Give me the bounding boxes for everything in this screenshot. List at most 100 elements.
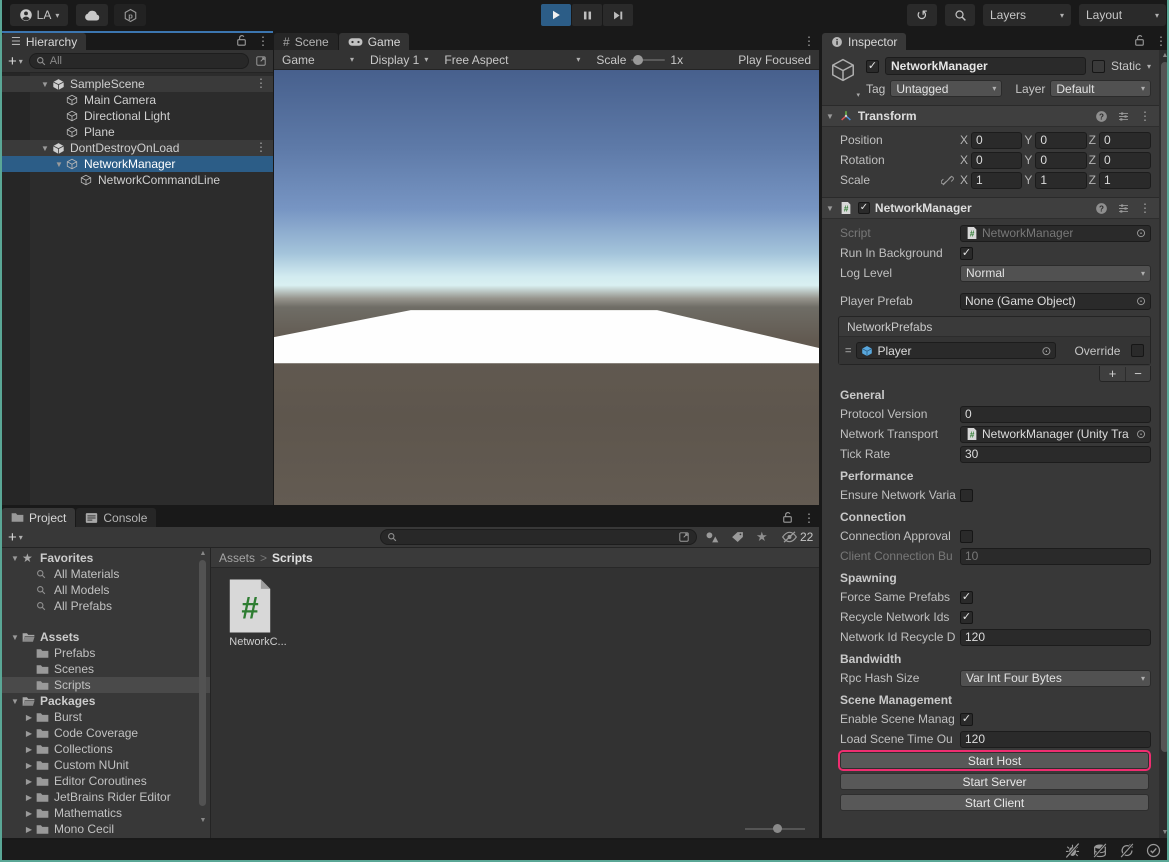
position-z-field[interactable]: 0: [1099, 132, 1151, 149]
scale-z-field[interactable]: 1: [1099, 172, 1151, 189]
protocol-version-field[interactable]: 0: [960, 406, 1151, 423]
kebab-menu-icon[interactable]: ⋮: [803, 512, 815, 524]
display-number-dropdown[interactable]: Display 1▾: [362, 50, 436, 69]
create-object-button[interactable]: +▾: [2, 53, 27, 70]
lock-open-icon[interactable]: [236, 34, 247, 47]
auto-refresh-disabled-icon[interactable]: [1119, 843, 1135, 858]
project-search-input[interactable]: [380, 529, 697, 545]
open-new-window-icon[interactable]: [678, 531, 690, 543]
account-menu[interactable]: LA ▾: [10, 4, 68, 26]
scroll-down-icon[interactable]: ▼: [197, 817, 209, 824]
force-same-prefabs-checkbox[interactable]: ✓: [960, 591, 973, 604]
breadcrumb-root[interactable]: Assets: [219, 551, 255, 565]
lock-open-icon[interactable]: [1134, 34, 1145, 47]
hierarchy-search-input[interactable]: All: [29, 53, 249, 69]
script-object-field[interactable]: #NetworkManager⊙: [960, 225, 1151, 242]
layer-dropdown[interactable]: Default▾: [1050, 80, 1151, 97]
hierarchy-item-samplescene[interactable]: ▼SampleScene⋮: [2, 76, 273, 92]
aspect-ratio-dropdown[interactable]: Free Aspect▾: [436, 50, 588, 69]
project-tree-item-packages[interactable]: ▼Packages: [2, 693, 210, 709]
rotation-z-field[interactable]: 0: [1099, 152, 1151, 169]
display-target-dropdown[interactable]: Game▾: [274, 50, 362, 69]
game-viewport[interactable]: [274, 70, 819, 505]
play-focused-dropdown[interactable]: Play Focused: [730, 50, 819, 69]
scale-slider-thumb[interactable]: [633, 55, 643, 65]
global-search-button[interactable]: [945, 4, 975, 26]
object-picker-icon[interactable]: ⊙: [1136, 226, 1146, 240]
ensure-network-varia-checkbox[interactable]: [960, 489, 973, 502]
foldout-arrow-icon[interactable]: ▶: [26, 809, 32, 818]
project-tree-item-collections[interactable]: ▶Collections: [2, 741, 210, 757]
play-button[interactable]: [541, 4, 571, 26]
project-tree-item-prefabs[interactable]: Prefabs: [2, 645, 210, 661]
foldout-arrow-icon[interactable]: ▶: [26, 761, 32, 770]
foldout-arrow-icon[interactable]: ▶: [26, 825, 32, 834]
project-tree-item-all-models[interactable]: All Models: [2, 582, 210, 598]
object-picker-icon[interactable]: ⊙: [1041, 344, 1051, 358]
tab-scene[interactable]: # Scene: [274, 33, 338, 50]
step-button[interactable]: [603, 4, 633, 26]
scroll-down-icon[interactable]: ▼: [1159, 829, 1169, 836]
undo-history-button[interactable]: ↺: [907, 4, 937, 26]
player-prefab-object-field[interactable]: None (Game Object)⊙: [960, 293, 1151, 310]
kebab-menu-icon[interactable]: ⋮: [255, 141, 267, 153]
kebab-menu-icon[interactable]: ⋮: [255, 77, 267, 89]
project-tree-item-all-materials[interactable]: All Materials: [2, 566, 210, 582]
presets-icon[interactable]: [1117, 202, 1130, 215]
object-picker-icon[interactable]: ⊙: [1136, 427, 1146, 441]
project-tree-item-mathematics[interactable]: ▶Mathematics: [2, 805, 210, 821]
hierarchy-item-directional-light[interactable]: Directional Light: [2, 108, 273, 124]
transform-component-header[interactable]: ▼ Transform ? ⋮: [822, 105, 1159, 127]
project-tree-item-scripts[interactable]: Scripts: [2, 677, 210, 693]
start-server-button[interactable]: Start Server: [840, 773, 1149, 790]
drag-handle-icon[interactable]: =: [845, 345, 850, 357]
foldout-arrow-icon[interactable]: ▶: [26, 729, 32, 738]
tab-hierarchy[interactable]: ☰ Hierarchy: [2, 33, 86, 50]
rotation-x-field[interactable]: 0: [971, 152, 1022, 169]
kebab-menu-icon[interactable]: ⋮: [1139, 202, 1151, 214]
start-client-button[interactable]: Start Client: [840, 794, 1149, 811]
tag-dropdown[interactable]: Untagged▾: [890, 80, 1002, 97]
client-connection-bu-field[interactable]: 10: [960, 548, 1151, 565]
scrollbar-thumb[interactable]: [199, 560, 206, 806]
rpc-hash-size-dropdown[interactable]: Var Int Four Bytes▾: [960, 670, 1151, 687]
network-transport-object-field[interactable]: #NetworkManager (Unity Tra⊙: [960, 426, 1151, 443]
scale-slider[interactable]: [631, 59, 665, 61]
scale-y-field[interactable]: 1: [1035, 172, 1086, 189]
foldout-arrow-icon[interactable]: ▶: [26, 713, 32, 722]
foldout-arrow-icon[interactable]: ▼: [41, 144, 49, 153]
zoom-slider-thumb[interactable]: [773, 824, 782, 833]
tab-console[interactable]: Console: [76, 508, 156, 527]
position-y-field[interactable]: 0: [1035, 132, 1086, 149]
object-picker-icon[interactable]: ⊙: [1136, 294, 1146, 308]
foldout-arrow-icon[interactable]: ▼: [11, 554, 19, 563]
presets-icon[interactable]: [1117, 110, 1130, 123]
foldout-arrow-icon[interactable]: ▼: [11, 697, 19, 706]
foldout-arrow-icon[interactable]: ▶: [26, 793, 32, 802]
foldout-arrow-icon[interactable]: ▼: [55, 160, 63, 169]
scrollbar-thumb[interactable]: [1161, 62, 1169, 752]
kebab-menu-icon[interactable]: ⋮: [1155, 35, 1167, 47]
tab-project[interactable]: Project: [2, 508, 75, 527]
prefab-object-field[interactable]: Player ⊙: [856, 342, 1056, 359]
hierarchy-item-dontdestroyonload[interactable]: ▼DontDestroyOnLoad⋮: [2, 140, 273, 156]
tab-game[interactable]: Game: [339, 33, 410, 50]
project-tree-item-burst[interactable]: ▶Burst: [2, 709, 210, 725]
hidden-count-toggle[interactable]: 22: [781, 530, 813, 544]
scale-x-field[interactable]: 1: [971, 172, 1022, 189]
foldout-arrow-icon[interactable]: ▼: [41, 80, 49, 89]
cloud-services-button[interactable]: [76, 4, 108, 26]
layout-dropdown[interactable]: Layout▾: [1079, 4, 1166, 26]
hierarchy-item-networkcommandline[interactable]: NetworkCommandLine: [2, 172, 273, 188]
kebab-menu-icon[interactable]: ⋮: [803, 35, 815, 47]
create-asset-button[interactable]: +▾: [2, 529, 27, 546]
add-prefab-button[interactable]: +: [1100, 367, 1125, 381]
scroll-up-icon[interactable]: ▲: [1159, 52, 1169, 59]
tick-rate-field[interactable]: 30: [960, 446, 1151, 463]
load-scene-time-ou-field[interactable]: 120: [960, 731, 1151, 748]
project-tree-item-favorites[interactable]: ▼★Favorites: [2, 550, 210, 566]
label-tag-icon[interactable]: [731, 531, 744, 543]
recycle-network-ids-checkbox[interactable]: ✓: [960, 611, 973, 624]
lock-open-icon[interactable]: [782, 511, 793, 524]
log-level-dropdown[interactable]: Normal▾: [960, 265, 1151, 282]
